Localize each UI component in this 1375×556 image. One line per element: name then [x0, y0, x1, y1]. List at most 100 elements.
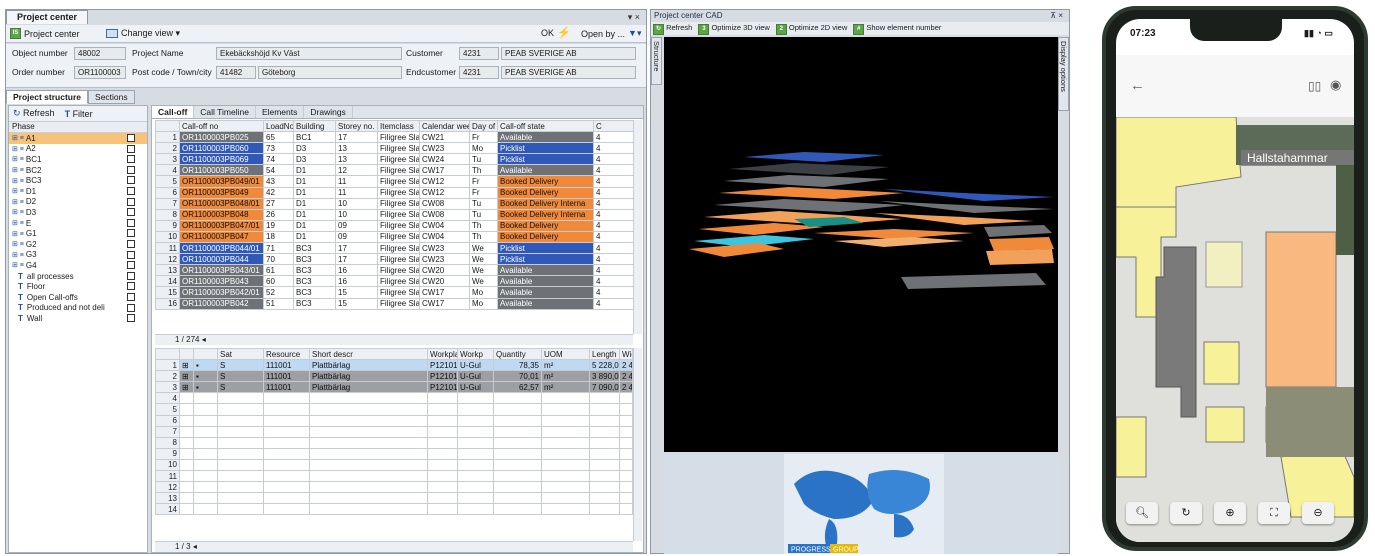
- table-row[interactable]: 7: [155, 425, 633, 438]
- column-header[interactable]: Sat: [217, 347, 264, 361]
- filter-button[interactable]: T Filter: [65, 109, 93, 119]
- column-header[interactable]: Short descr: [309, 347, 428, 361]
- search-map-button[interactable]: 🔍︎: [1126, 502, 1158, 524]
- expand-icon[interactable]: ⊞ ≡: [12, 134, 24, 142]
- filter-row[interactable]: T Floor: [9, 281, 147, 292]
- refresh-button[interactable]: ↻ Refresh: [13, 108, 55, 119]
- expand-icon[interactable]: ⊞: [179, 359, 194, 372]
- refresh-map-button[interactable]: ↻: [1170, 502, 1202, 524]
- window-controls[interactable]: ▾ ×: [628, 12, 640, 23]
- table-row[interactable]: 9: [155, 447, 633, 460]
- table-row[interactable]: 8 OR1100003PB048 26 D1 10 Filigree Sla CW08 Tu B…: [155, 208, 634, 221]
- account-icon[interactable]: ◉: [1330, 77, 1341, 93]
- tab-sections[interactable]: Sections: [88, 90, 135, 104]
- phase-row[interactable]: ⊞ ≡ G3: [9, 250, 147, 261]
- expand-icon[interactable]: ⊞ ≡: [12, 219, 24, 227]
- column-header[interactable]: Length: [589, 347, 620, 361]
- phase-checkbox[interactable]: [127, 261, 135, 270]
- table-row[interactable]: 12: [155, 481, 633, 494]
- table-row[interactable]: 14 OR1100003PB043 60 BC3 16 Filigree Sla CW20 W…: [155, 275, 634, 288]
- endcustomer-id-field[interactable]: 4231: [459, 66, 499, 79]
- phase-row[interactable]: ⊞ ≡ G1: [9, 228, 147, 239]
- object-number-field[interactable]: 48002: [74, 47, 126, 60]
- table-row[interactable]: 2⊞▪S111001PlattbärlagP121018U-Gul70,01m²…: [155, 370, 633, 383]
- filter-checkbox[interactable]: [127, 271, 135, 280]
- zoom-in-button[interactable]: ⊕: [1214, 502, 1246, 524]
- phase-row[interactable]: ⊞ ≡ G2: [9, 239, 147, 250]
- filter-checkbox[interactable]: [127, 282, 135, 291]
- phase-row[interactable]: ⊞ ≡ E: [9, 218, 147, 229]
- expand-icon[interactable]: ⊞ ≡: [12, 198, 24, 206]
- table-row[interactable]: 8: [155, 436, 633, 449]
- town-field[interactable]: Göteborg: [258, 66, 402, 79]
- table-row[interactable]: 5: [155, 403, 633, 416]
- phase-checkbox[interactable]: [127, 197, 135, 206]
- optimize-2d-button[interactable]: 2 Optimize 2D view: [775, 23, 847, 35]
- expand-icon[interactable]: ⊞ ≡: [12, 230, 24, 238]
- table-row[interactable]: 3⊞▪S111001PlattbärlagP121018U-Gul62,57m²…: [155, 381, 633, 394]
- column-header[interactable]: Quantity: [493, 347, 542, 361]
- expand-icon[interactable]: ⊞ ≡: [12, 240, 24, 248]
- open-by-button[interactable]: Open by ... ▼▾: [581, 28, 641, 39]
- fit-map-button[interactable]: ⛶: [1258, 502, 1290, 524]
- column-header[interactable]: UOM: [541, 347, 590, 361]
- expand-icon[interactable]: ⊞ ≡: [12, 145, 24, 153]
- filter-checkbox[interactable]: [127, 303, 135, 312]
- phase-column-header[interactable]: Phase: [9, 122, 147, 133]
- phase-checkbox[interactable]: [127, 144, 135, 153]
- table-row[interactable]: 9 OR1100003PB047/01 19 D1 09 Filigree Sla CW04…: [155, 219, 634, 232]
- phase-row[interactable]: ⊞ ≡ D1: [9, 186, 147, 197]
- table-row[interactable]: 14: [155, 503, 633, 516]
- ok-button[interactable]: OK ⚡: [541, 27, 571, 38]
- table-row[interactable]: 16 OR1100003PB042 51 BC3 15 Filigree Sla CW17 M…: [155, 297, 634, 310]
- phase-checkbox[interactable]: [127, 186, 135, 195]
- table-row[interactable]: 6: [155, 414, 633, 427]
- phase-checkbox[interactable]: [127, 218, 135, 227]
- table-row[interactable]: 4: [155, 392, 633, 405]
- table-row[interactable]: 10: [155, 458, 633, 472]
- expand-icon[interactable]: ⊞ ≡: [12, 251, 24, 259]
- expand-icon[interactable]: ⊞ ≡: [12, 177, 24, 185]
- window-tab-project-center[interactable]: Project center: [6, 10, 89, 24]
- phase-row[interactable]: ⊞ ≡ A2: [9, 144, 147, 155]
- back-arrow-icon[interactable]: ←: [1130, 77, 1145, 94]
- expand-icon[interactable]: ⊞: [179, 370, 194, 383]
- table-row[interactable]: 13 OR1100003PB043/01 61 BC3 16 Filigree Sla CW…: [155, 264, 634, 277]
- filter-checkbox[interactable]: [127, 292, 135, 301]
- phase-row[interactable]: ⊞ ≡ A1: [9, 133, 147, 144]
- tab-drawings[interactable]: Drawings: [304, 106, 353, 118]
- post-code-field[interactable]: 41482: [216, 66, 256, 79]
- phase-row[interactable]: ⊞ ≡ D2: [9, 197, 147, 208]
- tab-project-structure[interactable]: Project structure: [6, 90, 89, 104]
- phase-row[interactable]: ⊞ ≡ G4: [9, 260, 147, 271]
- show-element-number-button[interactable]: # Show element number: [853, 23, 941, 35]
- phase-row[interactable]: ⊞ ≡ BC1: [9, 154, 147, 165]
- elements-scrollbar[interactable]: [633, 348, 642, 541]
- project-name-field[interactable]: Ekebäckshöjd Kv Väst: [216, 47, 402, 60]
- expand-icon[interactable]: ⊞ ≡: [12, 166, 24, 174]
- column-header[interactable]: Workplace: [427, 347, 458, 361]
- phase-checkbox[interactable]: [127, 250, 135, 259]
- optimize-3d-button[interactable]: 3 Optimize 3D view: [698, 23, 770, 35]
- table-row[interactable]: 10 OR1100003PB047 18 D1 09 Filigree Sla CW04 Th…: [155, 230, 634, 244]
- column-header[interactable]: Call-off no: [179, 119, 264, 133]
- tab-call-off[interactable]: Call-off: [152, 106, 195, 118]
- column-header[interactable]: LoadNo: [263, 119, 294, 133]
- filter-row[interactable]: T Wall: [9, 313, 147, 324]
- phase-checkbox[interactable]: [127, 239, 135, 248]
- table-row[interactable]: 7 OR1100003PB048/01 27 D1 10 Filigree Sla CW08…: [155, 197, 634, 210]
- column-header[interactable]: Resource: [263, 347, 310, 361]
- customer-id-field[interactable]: 4231: [459, 47, 499, 60]
- phase-row[interactable]: ⊞ ≡ BC2: [9, 165, 147, 176]
- project-center-button[interactable]: IS Project center: [10, 28, 80, 39]
- column-header[interactable]: Day of: [469, 119, 498, 133]
- zoom-out-button[interactable]: ⊖: [1302, 502, 1334, 524]
- table-row[interactable]: 6 OR1100003PB049 42 D1 11 Filigree Sla CW12 Fr B…: [155, 186, 634, 199]
- phase-row[interactable]: ⊞ ≡ D3: [9, 207, 147, 218]
- table-row[interactable]: 15 OR1100003PB042/01 52 BC3 15 Filigree Sla CW…: [155, 286, 634, 299]
- cad-refresh-button[interactable]: ↻ Refresh: [653, 23, 692, 35]
- site-map[interactable]: Hallstahammar 🔍︎ ↻ ⊕ ⛶ ⊖: [1116, 116, 1354, 542]
- column-header[interactable]: Workp: [457, 347, 494, 361]
- change-view-button[interactable]: Change view ▾: [106, 28, 180, 39]
- column-header[interactable]: Storey no.: [335, 119, 378, 133]
